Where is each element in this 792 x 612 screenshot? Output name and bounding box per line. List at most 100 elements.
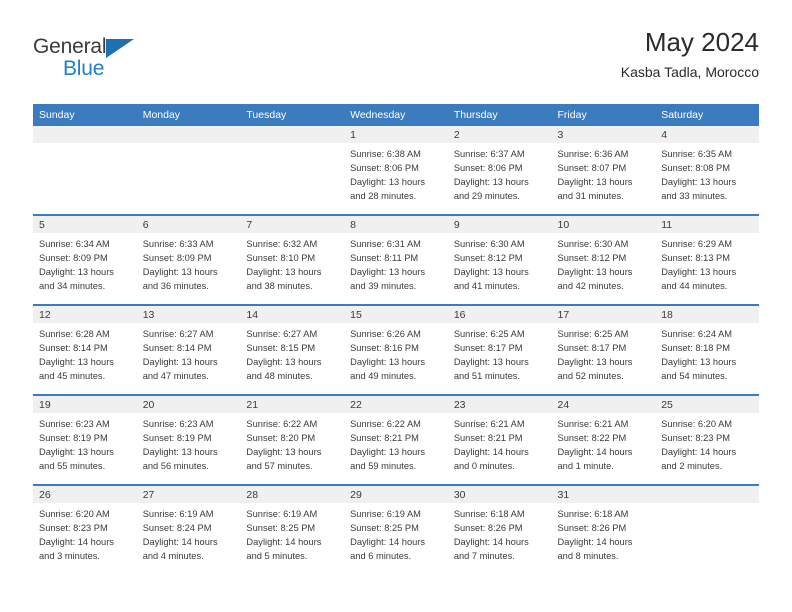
calendar-day-cell[interactable]: 24 Sunrise: 6:21 AM Sunset: 8:22 PM Dayligh… bbox=[551, 394, 656, 485]
sunset-time: Sunset: 8:26 PM bbox=[557, 523, 627, 534]
day-cell-inner: 10 Sunrise: 6:30 AM Sunset: 8:12 PM Dayligh… bbox=[551, 216, 656, 304]
day-number: 29 bbox=[344, 486, 448, 503]
calendar-day-cell[interactable]: 11 Sunrise: 6:29 AM Sunset: 8:13 PM Dayligh… bbox=[655, 214, 759, 305]
sunrise-time: Sunrise: 6:30 AM bbox=[557, 239, 629, 249]
sunrise-time: Sunrise: 6:22 AM bbox=[246, 419, 318, 429]
calendar-day-cell[interactable]: 6 Sunrise: 6:33 AM Sunset: 8:09 PM Daylight… bbox=[136, 214, 241, 305]
day-cell-inner: 5 Sunrise: 6:34 AM Sunset: 8:09 PM Daylight… bbox=[33, 216, 137, 304]
sunset-time: Sunset: 8:19 PM bbox=[39, 433, 108, 444]
calendar-day-cell[interactable]: 30 Sunrise: 6:18 AM Sunset: 8:26 PM Dayligh… bbox=[447, 484, 552, 574]
daylight-minutes: and 49 minutes. bbox=[350, 371, 417, 382]
daylight-minutes: and 38 minutes. bbox=[246, 281, 313, 292]
sunset-time: Sunset: 8:19 PM bbox=[142, 433, 212, 444]
daylight-minutes: and 7 minutes. bbox=[453, 551, 515, 562]
daylight-hours: Daylight: 13 hours bbox=[661, 267, 737, 278]
daylight-hours: Daylight: 14 hours bbox=[557, 537, 633, 548]
calendar-day-cell[interactable]: 2 Sunrise: 6:37 AM Sunset: 8:06 PM Daylight… bbox=[447, 126, 552, 215]
daylight-hours: Daylight: 14 hours bbox=[246, 537, 322, 548]
calendar-day-cell[interactable]: 16 Sunrise: 6:25 AM Sunset: 8:17 PM Dayligh… bbox=[447, 304, 552, 395]
weekday-header-friday: Friday bbox=[551, 104, 656, 126]
day-details: Sunrise: 6:29 AM Sunset: 8:13 PM Daylight:… bbox=[655, 233, 759, 294]
calendar-day-cell[interactable]: 19 Sunrise: 6:23 AM Sunset: 8:19 PM Dayligh… bbox=[33, 394, 137, 485]
calendar-day-cell[interactable]: 9 Sunrise: 6:30 AM Sunset: 8:12 PM Daylight… bbox=[447, 214, 552, 305]
daylight-minutes: and 55 minutes. bbox=[39, 461, 106, 472]
calendar-day-cell[interactable]: 28 Sunrise: 6:19 AM Sunset: 8:25 PM Dayligh… bbox=[240, 484, 345, 574]
calendar-day-cell[interactable]: 23 Sunrise: 6:21 AM Sunset: 8:21 PM Dayligh… bbox=[447, 394, 552, 485]
daylight-minutes: and 6 minutes. bbox=[350, 551, 412, 562]
daylight-hours: Daylight: 13 hours bbox=[453, 267, 529, 278]
calendar-day-cell[interactable]: 20 Sunrise: 6:23 AM Sunset: 8:19 PM Dayligh… bbox=[136, 394, 241, 485]
calendar-page: General Blue May 2024 Kasba Tadla, Moroc… bbox=[0, 0, 792, 612]
calendar-day-cell-empty bbox=[240, 126, 345, 215]
sunset-time: Sunset: 8:14 PM bbox=[39, 343, 108, 354]
day-cell-inner: 22 Sunrise: 6:22 AM Sunset: 8:21 PM Dayligh… bbox=[344, 396, 448, 484]
day-details: Sunrise: 6:19 AM Sunset: 8:25 PM Daylight:… bbox=[344, 503, 448, 564]
calendar-day-cell[interactable]: 12 Sunrise: 6:28 AM Sunset: 8:14 PM Dayligh… bbox=[33, 304, 137, 395]
daylight-hours: Daylight: 13 hours bbox=[39, 447, 114, 458]
daylight-hours: Daylight: 13 hours bbox=[557, 357, 633, 368]
day-number: 8 bbox=[344, 216, 448, 233]
calendar-day-cell[interactable]: 29 Sunrise: 6:19 AM Sunset: 8:25 PM Dayligh… bbox=[344, 484, 448, 574]
daylight-minutes: and 39 minutes. bbox=[350, 281, 417, 292]
sunset-time: Sunset: 8:12 PM bbox=[453, 253, 523, 264]
day-cell-inner: 7 Sunrise: 6:32 AM Sunset: 8:10 PM Daylight… bbox=[240, 216, 345, 304]
sunset-time: Sunset: 8:20 PM bbox=[246, 433, 316, 444]
calendar-day-cell[interactable]: 15 Sunrise: 6:26 AM Sunset: 8:16 PM Dayligh… bbox=[344, 304, 448, 395]
day-details: Sunrise: 6:33 AM Sunset: 8:09 PM Daylight:… bbox=[137, 233, 241, 294]
calendar-day-cell[interactable]: 21 Sunrise: 6:22 AM Sunset: 8:20 PM Dayligh… bbox=[240, 394, 345, 485]
daylight-hours: Daylight: 13 hours bbox=[453, 357, 529, 368]
calendar-day-cell-empty bbox=[136, 126, 241, 215]
sunset-time: Sunset: 8:25 PM bbox=[246, 523, 316, 534]
day-cell-inner: 6 Sunrise: 6:33 AM Sunset: 8:09 PM Daylight… bbox=[136, 216, 241, 304]
sunset-time: Sunset: 8:13 PM bbox=[661, 253, 730, 264]
calendar-day-cell[interactable]: 5 Sunrise: 6:34 AM Sunset: 8:09 PM Daylight… bbox=[33, 214, 137, 305]
day-number: 27 bbox=[136, 486, 241, 503]
calendar-day-cell[interactable]: 8 Sunrise: 6:31 AM Sunset: 8:11 PM Daylight… bbox=[344, 214, 448, 305]
day-number: 16 bbox=[447, 306, 552, 323]
calendar-day-cell[interactable]: 13 Sunrise: 6:27 AM Sunset: 8:14 PM Dayligh… bbox=[136, 304, 241, 395]
day-details: Sunrise: 6:18 AM Sunset: 8:26 PM Daylight:… bbox=[448, 503, 552, 564]
daylight-hours: Daylight: 14 hours bbox=[453, 537, 529, 548]
day-number: 10 bbox=[551, 216, 656, 233]
daylight-hours: Daylight: 13 hours bbox=[350, 177, 426, 188]
calendar-day-cell[interactable]: 22 Sunrise: 6:22 AM Sunset: 8:21 PM Dayligh… bbox=[344, 394, 448, 485]
day-number: 2 bbox=[447, 126, 552, 143]
sunrise-time: Sunrise: 6:36 AM bbox=[557, 149, 629, 159]
daylight-hours: Daylight: 13 hours bbox=[350, 267, 426, 278]
calendar-day-cell[interactable]: 31 Sunrise: 6:18 AM Sunset: 8:26 PM Dayligh… bbox=[551, 484, 656, 574]
triangle-icon bbox=[106, 39, 134, 58]
sunset-time: Sunset: 8:23 PM bbox=[39, 523, 108, 534]
sunset-time: Sunset: 8:16 PM bbox=[350, 343, 419, 354]
calendar-day-cell[interactable]: 14 Sunrise: 6:27 AM Sunset: 8:15 PM Dayligh… bbox=[240, 304, 345, 395]
sunrise-time: Sunrise: 6:21 AM bbox=[453, 419, 525, 429]
calendar-day-cell[interactable]: 26 Sunrise: 6:20 AM Sunset: 8:23 PM Dayligh… bbox=[33, 484, 137, 574]
calendar-day-cell[interactable]: 4 Sunrise: 6:35 AM Sunset: 8:08 PM Daylight… bbox=[655, 126, 759, 215]
day-details: Sunrise: 6:23 AM Sunset: 8:19 PM Daylight:… bbox=[33, 413, 137, 474]
daylight-hours: Daylight: 13 hours bbox=[350, 357, 426, 368]
calendar-week-row: 19 Sunrise: 6:23 AM Sunset: 8:19 PM Dayligh… bbox=[33, 394, 759, 485]
calendar-day-cell[interactable]: 1 Sunrise: 6:38 AM Sunset: 8:06 PM Daylight… bbox=[344, 126, 448, 215]
day-details: Sunrise: 6:18 AM Sunset: 8:26 PM Daylight:… bbox=[552, 503, 656, 564]
day-number: 4 bbox=[655, 126, 759, 143]
day-cell-inner: 24 Sunrise: 6:21 AM Sunset: 8:22 PM Dayligh… bbox=[551, 396, 656, 484]
day-number: 28 bbox=[240, 486, 345, 503]
calendar-week-row: 1 Sunrise: 6:38 AM Sunset: 8:06 PM Daylight… bbox=[33, 126, 759, 215]
calendar-day-cell[interactable]: 3 Sunrise: 6:36 AM Sunset: 8:07 PM Daylight… bbox=[551, 126, 656, 215]
day-cell-inner: 16 Sunrise: 6:25 AM Sunset: 8:17 PM Dayligh… bbox=[447, 306, 552, 394]
calendar-day-cell[interactable]: 18 Sunrise: 6:24 AM Sunset: 8:18 PM Dayligh… bbox=[655, 304, 759, 395]
page-subtitle: Kasba Tadla, Morocco bbox=[620, 63, 759, 80]
calendar-day-cell[interactable]: 25 Sunrise: 6:20 AM Sunset: 8:23 PM Dayligh… bbox=[655, 394, 759, 485]
day-number: 23 bbox=[447, 396, 552, 413]
day-cell-inner: 20 Sunrise: 6:23 AM Sunset: 8:19 PM Dayligh… bbox=[136, 396, 241, 484]
calendar-day-cell[interactable]: 17 Sunrise: 6:25 AM Sunset: 8:17 PM Dayligh… bbox=[551, 304, 656, 395]
day-details: Sunrise: 6:30 AM Sunset: 8:12 PM Daylight:… bbox=[448, 233, 552, 294]
day-number: 26 bbox=[33, 486, 137, 503]
sunset-time: Sunset: 8:09 PM bbox=[39, 253, 108, 264]
day-number: 13 bbox=[136, 306, 241, 323]
day-number: 11 bbox=[655, 216, 759, 233]
general-blue-logo[interactable]: General Blue bbox=[33, 36, 153, 92]
daylight-minutes: and 44 minutes. bbox=[661, 281, 728, 292]
calendar-day-cell[interactable]: 10 Sunrise: 6:30 AM Sunset: 8:12 PM Dayligh… bbox=[551, 214, 656, 305]
calendar-day-cell[interactable]: 7 Sunrise: 6:32 AM Sunset: 8:10 PM Daylight… bbox=[240, 214, 345, 305]
calendar-day-cell[interactable]: 27 Sunrise: 6:19 AM Sunset: 8:24 PM Dayligh… bbox=[136, 484, 241, 574]
